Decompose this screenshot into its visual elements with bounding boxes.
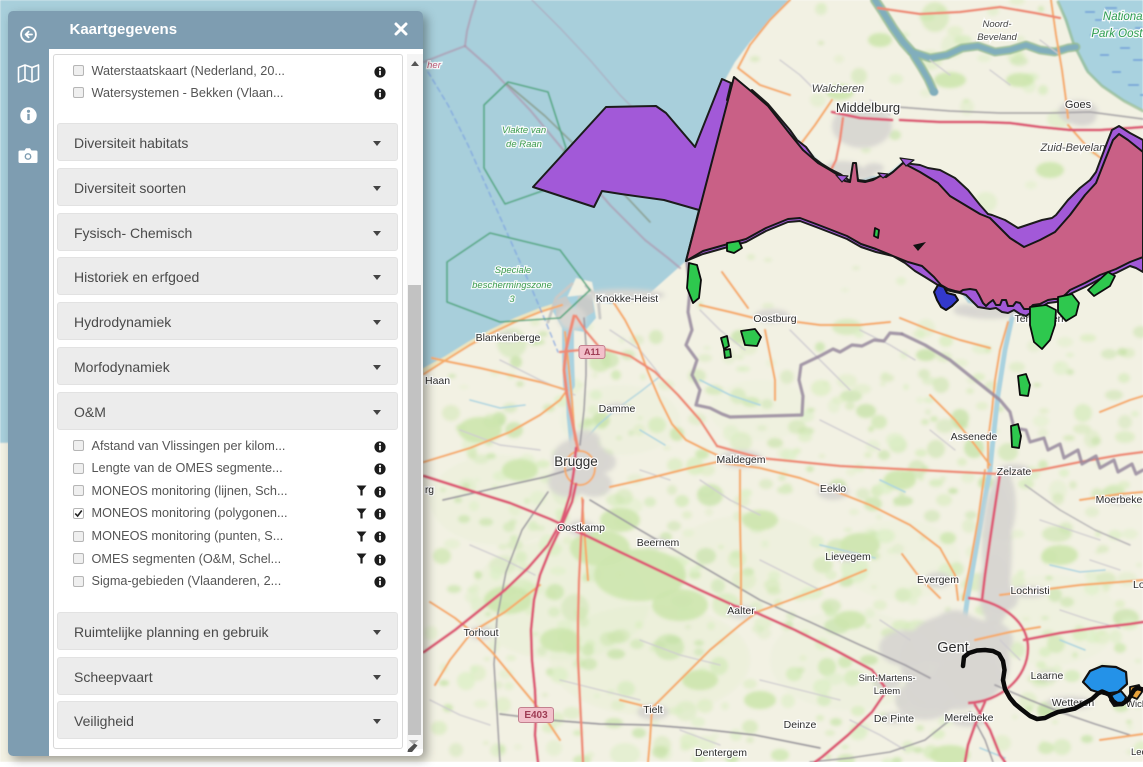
svg-text:Zuid-Beveland: Zuid-Beveland	[1040, 142, 1113, 154]
svg-text:Beernem: Beernem	[637, 537, 680, 549]
svg-text:Beveland: Beveland	[977, 32, 1017, 43]
svg-text:Deinze: Deinze	[784, 719, 817, 731]
svg-text:de Raan: de Raan	[506, 139, 542, 150]
svg-text:Sint-Martens-: Sint-Martens-	[858, 673, 915, 684]
svg-text:Merelbeke: Merelbeke	[944, 712, 993, 724]
svg-text:Moerbeke: Moerbeke	[1096, 494, 1143, 506]
svg-text:Gent: Gent	[937, 640, 968, 656]
svg-text:De Pinte: De Pinte	[874, 713, 914, 725]
svg-text:Assenede: Assenede	[951, 431, 998, 443]
svg-text:Vlakte van: Vlakte van	[502, 125, 546, 136]
svg-text:Damme: Damme	[599, 403, 636, 415]
svg-text:Blankenberge: Blankenberge	[476, 332, 541, 344]
svg-text:Lievegem: Lievegem	[825, 551, 871, 563]
svg-text:Goes: Goes	[1065, 99, 1092, 111]
svg-text:Oostburg: Oostburg	[753, 313, 796, 325]
svg-text:Park Ooster: Park Ooster	[1091, 28, 1143, 40]
svg-text:Torhout: Torhout	[463, 627, 498, 639]
svg-text:Lochristi: Lochristi	[1010, 585, 1049, 597]
svg-text:rg: rg	[425, 485, 434, 496]
svg-text:Speciale: Speciale	[495, 265, 531, 276]
svg-text:Lede: Lede	[1131, 747, 1143, 758]
svg-text:Zelzate: Zelzate	[997, 466, 1032, 478]
svg-text:Brugge: Brugge	[554, 454, 598, 469]
svg-text:Haan: Haan	[425, 375, 450, 387]
svg-text:E403: E403	[524, 710, 548, 721]
svg-text:Evergem: Evergem	[917, 574, 959, 586]
svg-text:National: National	[1103, 11, 1143, 23]
svg-text:Lokeren: Lokeren	[1133, 579, 1143, 591]
svg-text:A11: A11	[584, 347, 600, 357]
svg-text:Oostkamp: Oostkamp	[557, 522, 605, 534]
svg-text:Latem: Latem	[874, 686, 900, 697]
svg-text:Dentergem: Dentergem	[695, 747, 747, 759]
svg-text:Laarne: Laarne	[1031, 670, 1064, 682]
svg-text:her: her	[427, 60, 442, 71]
svg-text:3: 3	[509, 294, 515, 305]
svg-text:Aalter: Aalter	[727, 605, 755, 617]
svg-text:Eeklo: Eeklo	[820, 483, 846, 495]
svg-text:Middelburg: Middelburg	[836, 100, 900, 115]
svg-text:Tielt: Tielt	[643, 704, 663, 716]
svg-text:beschermingszone: beschermingszone	[472, 280, 552, 291]
svg-text:Knokke-Heist: Knokke-Heist	[596, 293, 659, 305]
svg-text:Maldegem: Maldegem	[716, 454, 765, 466]
svg-text:Noord-: Noord-	[982, 19, 1011, 30]
svg-text:Walcheren: Walcheren	[812, 83, 864, 95]
